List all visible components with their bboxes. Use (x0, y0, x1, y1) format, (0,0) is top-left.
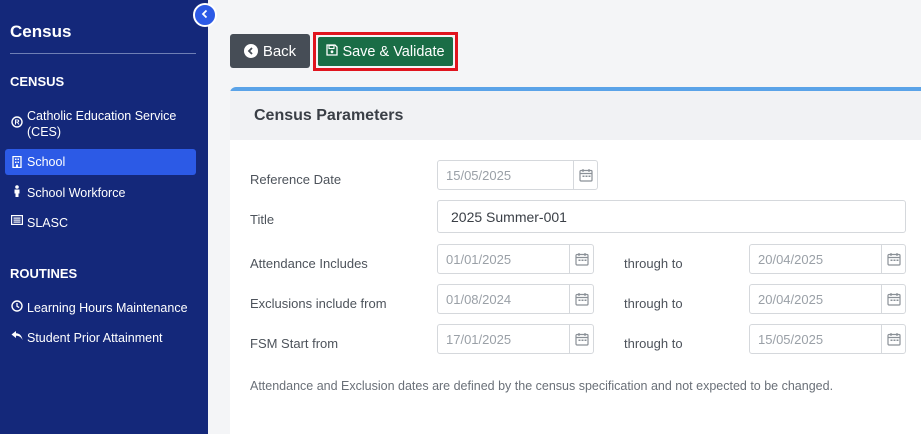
sidebar-divider (10, 53, 196, 54)
reference-date-label: Reference Date (250, 172, 342, 187)
collapse-sidebar-button[interactable] (193, 3, 217, 27)
reference-date-value: 15/05/2025 (446, 167, 512, 183)
through-to-label: through to (624, 296, 683, 311)
through-to-label: through to (624, 336, 683, 351)
calendar-icon[interactable] (881, 285, 905, 313)
sidebar-item-learning-hours[interactable]: Learning Hours Maintenance (5, 300, 196, 316)
sidebar-item-student-prior-attainment[interactable]: Student Prior Attainment (5, 330, 196, 346)
attendance-from-field[interactable]: 01/01/2025 (437, 244, 594, 274)
list-icon (10, 215, 24, 225)
section-heading-census: CENSUS (10, 74, 65, 89)
attendance-to-field[interactable]: 20/04/2025 (749, 244, 906, 274)
exclusions-to-field[interactable]: 20/04/2025 (749, 284, 906, 314)
fsm-start-label: FSM Start from (250, 336, 339, 351)
save-button-highlight: Save & Validate (313, 32, 458, 71)
sidebar-item-label: Learning Hours Maintenance (27, 301, 188, 315)
sidebar-item-label: Catholic Education Service (CES) (27, 109, 177, 139)
attendance-includes-label: Attendance Includes (250, 256, 368, 271)
sidebar-title: Census (10, 22, 72, 41)
card-title: Census Parameters (230, 91, 921, 140)
exclusions-from-field[interactable]: 01/08/2024 (437, 284, 594, 314)
sidebar-item-label: SLASC (27, 216, 68, 230)
title-label: Title (250, 212, 275, 227)
back-button[interactable]: Back (230, 34, 310, 68)
sidebar-item-ces[interactable]: R Catholic Education Service (CES) (5, 108, 196, 140)
sidebar-item-label: Student Prior Attainment (27, 331, 163, 345)
reference-date-field[interactable]: 15/05/2025 (437, 160, 598, 190)
section-heading-routines: ROUTINES (10, 266, 78, 281)
fsm-to-value: 15/05/2025 (758, 331, 824, 347)
fsm-to-field[interactable]: 15/05/2025 (749, 324, 906, 354)
calendar-icon[interactable] (569, 245, 593, 273)
through-to-label: through to (624, 256, 683, 271)
census-parameters-card: Census Parameters Reference Date 15/05/2… (230, 87, 921, 434)
back-button-label: Back (262, 42, 297, 60)
registered-icon: R (10, 116, 24, 128)
calendar-icon[interactable] (569, 285, 593, 313)
person-icon (10, 185, 24, 197)
exclusions-include-label: Exclusions include from (250, 296, 387, 311)
chevron-left-icon (201, 6, 209, 24)
reply-icon (10, 330, 24, 341)
calendar-icon[interactable] (573, 161, 597, 189)
calendar-icon[interactable] (881, 245, 905, 273)
title-input[interactable]: 2025 Summer-001 (437, 200, 906, 233)
calendar-icon[interactable] (881, 325, 905, 353)
fsm-from-value: 17/01/2025 (446, 331, 512, 347)
attendance-from-value: 01/01/2025 (446, 251, 512, 267)
svg-text:R: R (14, 120, 19, 127)
save-button-label: Save & Validate (342, 43, 445, 60)
attendance-to-value: 20/04/2025 (758, 251, 824, 267)
sidebar-item-school[interactable]: School (5, 149, 196, 175)
dates-info-note: Attendance and Exclusion dates are defin… (250, 379, 834, 393)
sidebar-item-school-workforce[interactable]: School Workforce (5, 185, 196, 201)
sidebar-item-label: School Workforce (27, 186, 126, 200)
save-validate-button[interactable]: Save & Validate (318, 37, 453, 66)
calendar-icon[interactable] (569, 325, 593, 353)
building-icon (10, 156, 24, 168)
fsm-from-field[interactable]: 17/01/2025 (437, 324, 594, 354)
clock-icon (10, 300, 24, 312)
sidebar-item-label: School (27, 155, 66, 169)
sidebar-item-slasc[interactable]: SLASC (5, 215, 196, 231)
floppy-disk-icon (326, 43, 339, 60)
title-value: 2025 Summer-001 (451, 208, 567, 225)
exclusions-to-value: 20/04/2025 (758, 291, 824, 307)
back-arrow-icon (243, 44, 258, 58)
sidebar: Census CENSUS R Catholic Education Servi… (0, 0, 208, 434)
exclusions-from-value: 01/08/2024 (446, 291, 512, 307)
